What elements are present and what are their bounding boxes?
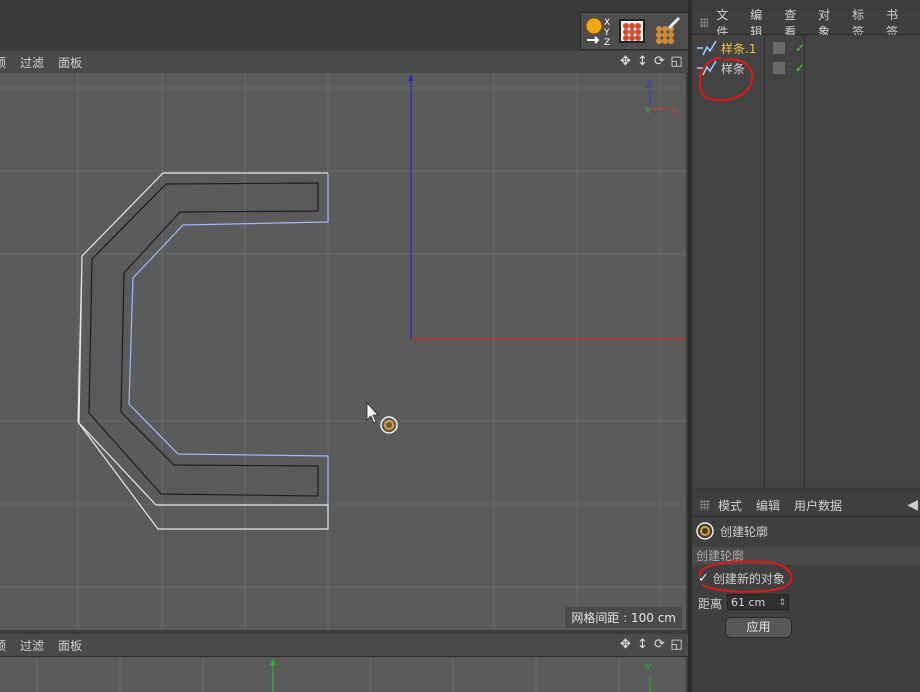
menu-panel[interactable]: 面板 bbox=[58, 637, 82, 654]
create-outline-icon bbox=[696, 522, 714, 540]
distance-input[interactable]: 61 cm ⇕ bbox=[727, 594, 789, 610]
axis-label-y: Y bbox=[644, 106, 652, 117]
menu-panel[interactable]: 面板 bbox=[58, 54, 82, 71]
grid-spacing-label: 网格间距 : 100 cm bbox=[565, 607, 682, 628]
svg-text:Y: Y bbox=[603, 28, 610, 38]
coordinate-system-icon[interactable]: X Y Z bbox=[581, 14, 615, 48]
visibility-dots-icon[interactable]: ⁚ bbox=[789, 43, 792, 53]
move-view-icon[interactable]: ✥ bbox=[618, 637, 633, 652]
distance-value: 61 cm bbox=[731, 596, 766, 609]
dolly-view-icon[interactable]: ↕ bbox=[635, 637, 650, 652]
axis-label-x: X bbox=[671, 106, 678, 117]
enabled-check-icon[interactable]: ✓ bbox=[795, 61, 805, 75]
svg-text:Z: Z bbox=[604, 38, 610, 46]
layer-icon[interactable] bbox=[773, 42, 785, 54]
menu-filter[interactable]: 过滤 bbox=[20, 54, 44, 71]
rotate-view-icon[interactable]: ⟳ bbox=[652, 54, 667, 69]
toolbar-group: X Y Z bbox=[580, 12, 690, 50]
axis-label-y: Y bbox=[644, 663, 652, 674]
viewport-header: 顶 过滤 面板 ✥ ↕ ⟳ ◱ bbox=[0, 51, 688, 74]
menu-filter[interactable]: 过滤 bbox=[20, 637, 44, 654]
object-manager-menu: 文件 编辑 查看 对象 标签 书签 bbox=[692, 8, 920, 39]
axis-label-z: Z bbox=[646, 80, 653, 91]
menu-edit[interactable]: 编辑 bbox=[756, 497, 780, 514]
grip-icon[interactable] bbox=[700, 500, 710, 510]
stepper-arrows-icon[interactable]: ⇕ bbox=[778, 595, 786, 611]
svg-text:X: X bbox=[604, 18, 610, 28]
maximize-view-icon[interactable]: ◱ bbox=[669, 54, 684, 69]
menu-mode[interactable]: 模式 bbox=[718, 497, 742, 514]
attributes-menu: 模式 编辑 用户数据 ◀ bbox=[692, 494, 920, 517]
menu-view[interactable]: 顶 bbox=[0, 54, 6, 71]
move-view-icon[interactable]: ✥ bbox=[618, 54, 633, 69]
rotate-view-icon[interactable]: ⟳ bbox=[652, 637, 667, 652]
render-region-icon[interactable] bbox=[615, 14, 649, 48]
dolly-view-icon[interactable]: ↕ bbox=[635, 54, 650, 69]
apply-button[interactable]: 应用 bbox=[725, 617, 792, 638]
maximize-view-icon[interactable]: ◱ bbox=[669, 637, 684, 652]
tool-name: 创建轮廓 bbox=[720, 524, 769, 539]
distance-label: 距离 bbox=[698, 597, 723, 611]
paint-brush-icon[interactable] bbox=[649, 14, 683, 48]
layer-icon[interactable] bbox=[773, 62, 785, 74]
viewport-bottom[interactable]: Y bbox=[0, 657, 686, 692]
menu-user-data[interactable]: 用户数据 bbox=[794, 497, 842, 514]
red-annotation-circle bbox=[698, 57, 754, 102]
grip-icon[interactable] bbox=[700, 18, 709, 28]
viewport-header-bottom: 顶 过滤 面板 ✥ ↕ ⟳ ◱ bbox=[0, 634, 688, 657]
menu-view[interactable]: 顶 bbox=[0, 637, 6, 654]
red-annotation-circle bbox=[698, 560, 793, 593]
back-arrow-icon[interactable]: ◀ bbox=[907, 497, 918, 513]
column-divider bbox=[804, 35, 805, 487]
visibility-dots-icon[interactable]: ⁚ bbox=[789, 63, 792, 73]
viewport-top[interactable]: Z Y X 网格间距 : 100 cm bbox=[0, 73, 686, 630]
enabled-check-icon[interactable]: ✓ bbox=[795, 41, 805, 55]
tool-title: 创建轮廓 bbox=[696, 522, 768, 540]
